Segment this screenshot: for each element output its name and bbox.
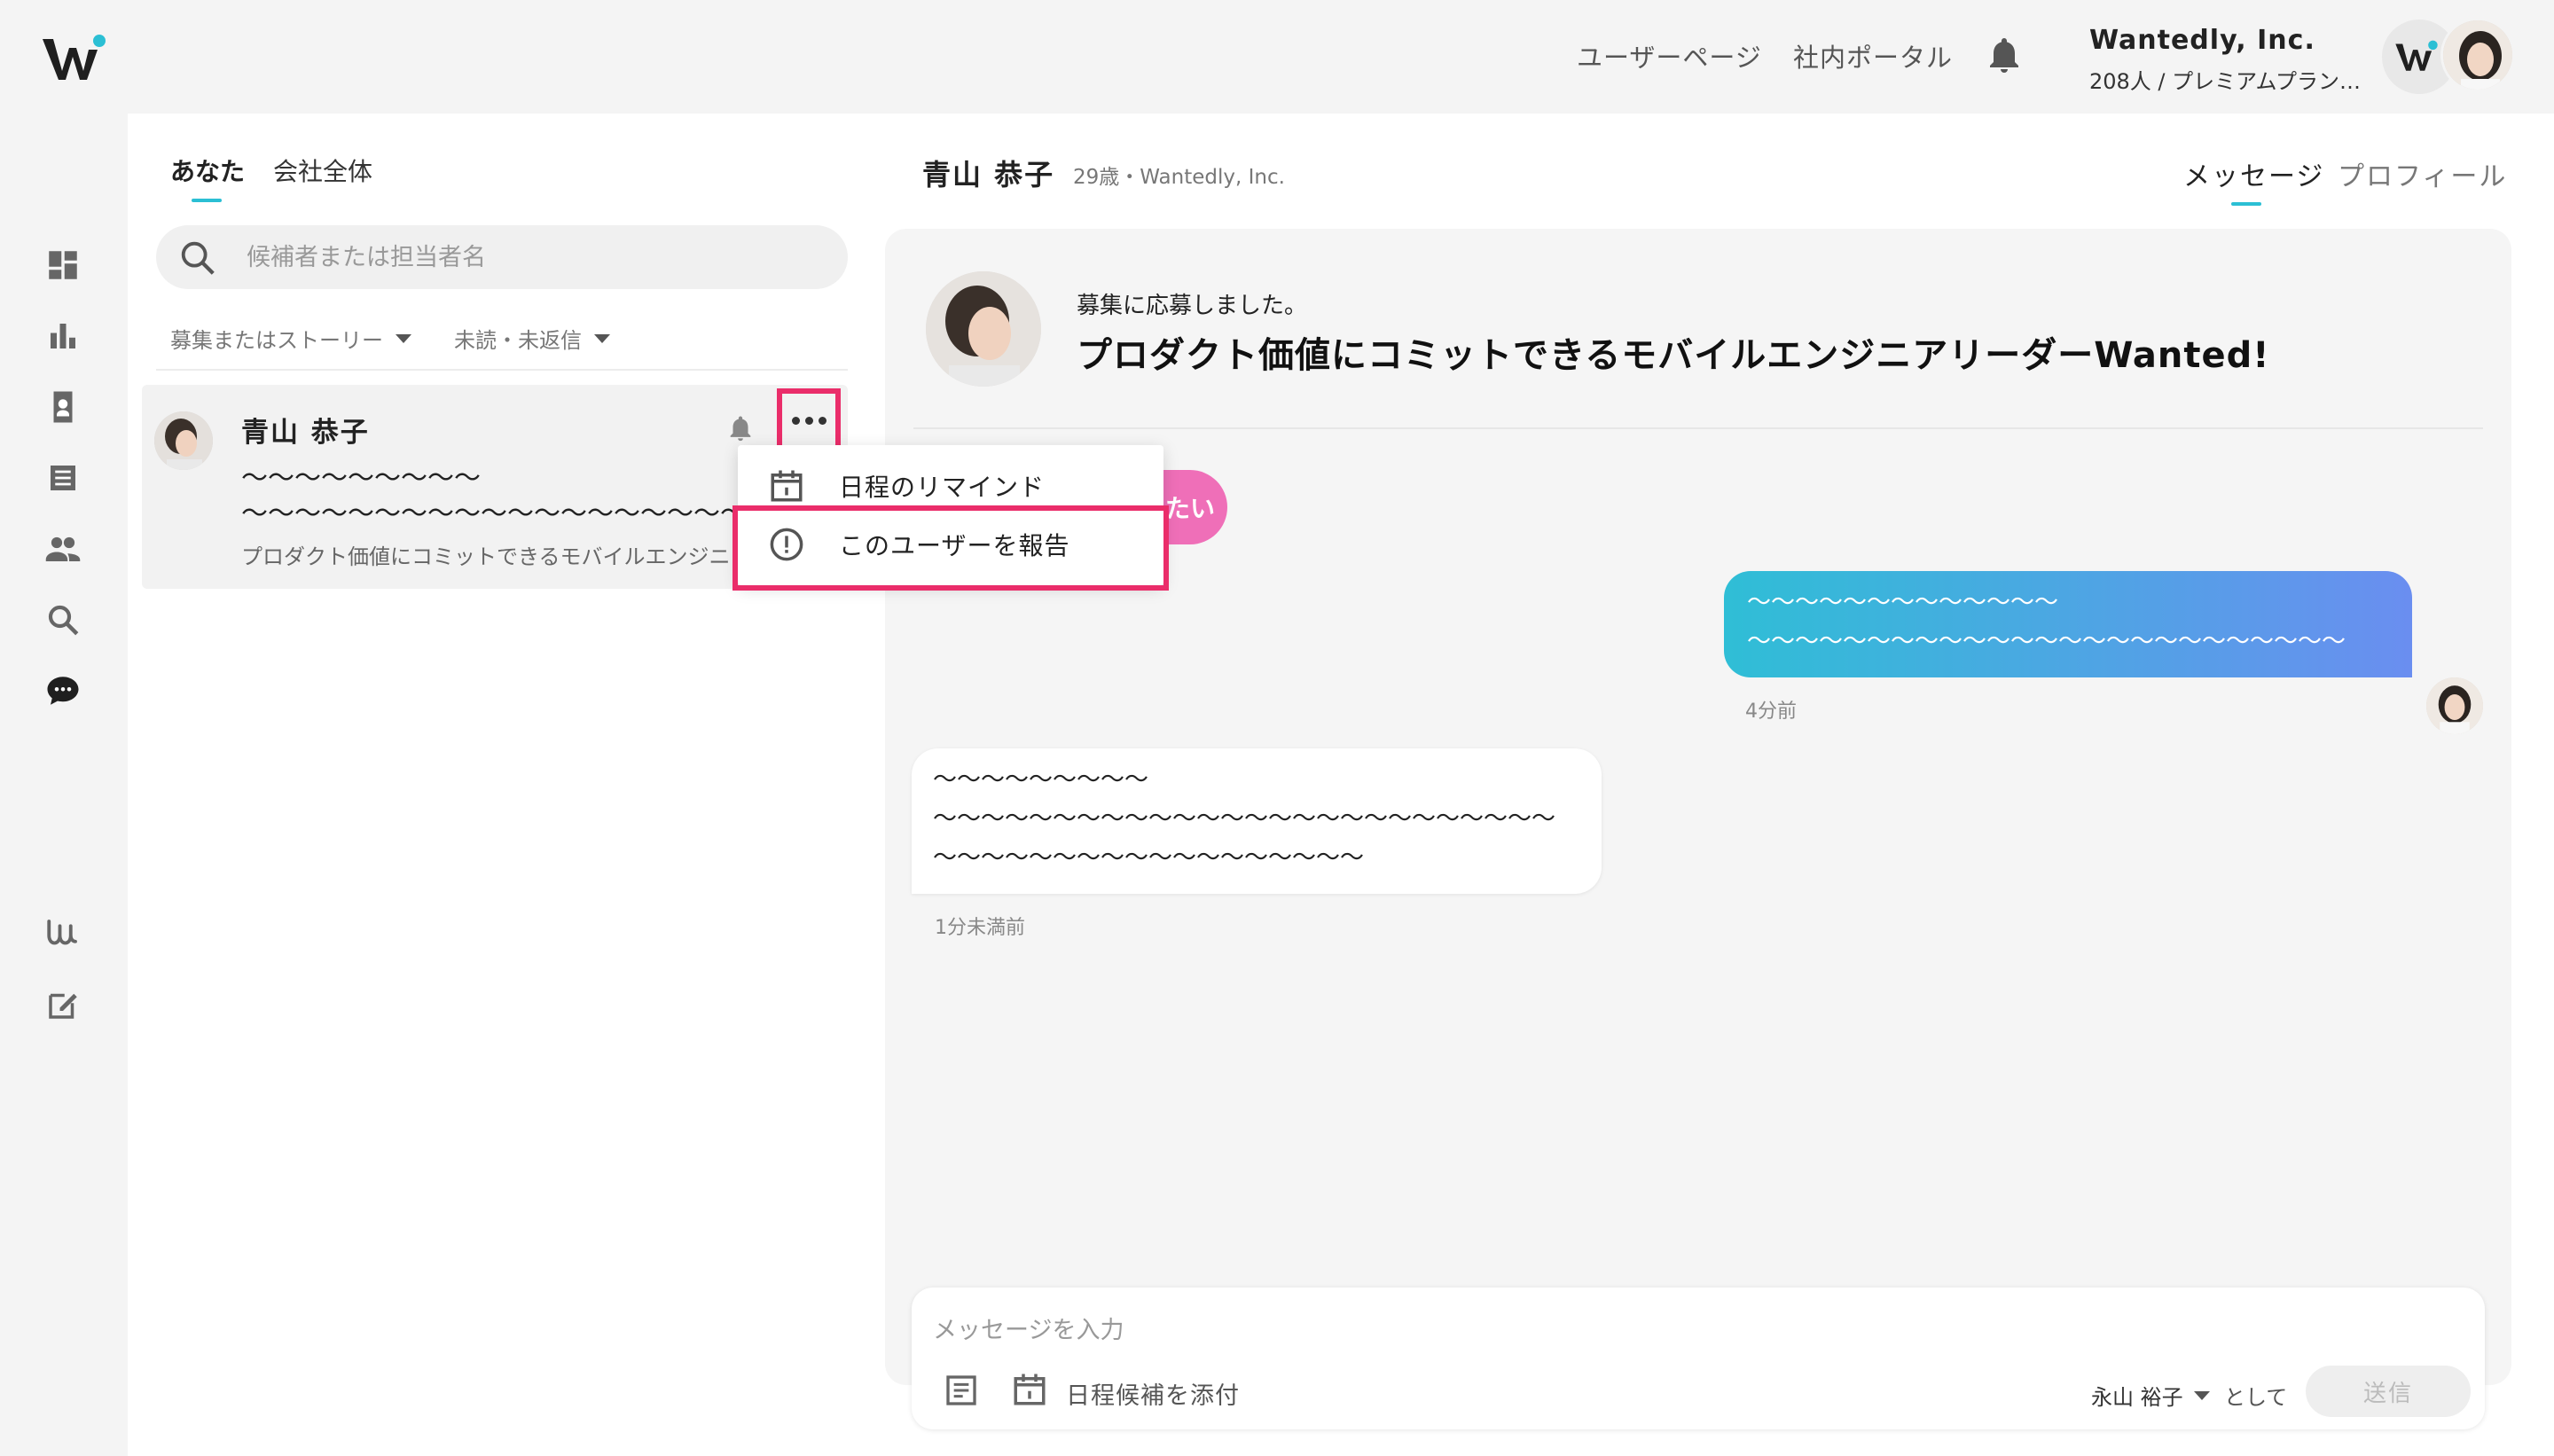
- list-divider: [156, 369, 848, 371]
- company-name[interactable]: Wantedly, Inc.: [2089, 25, 2315, 56]
- interest-chip-label: たい: [1165, 494, 1216, 523]
- thread-candidate-name: 青山 恭子: [922, 158, 1055, 192]
- wantedly-logo[interactable]: [41, 32, 108, 85]
- more-dots-icon: [791, 416, 800, 425]
- candidate-avatar: [154, 411, 213, 470]
- message-timestamp: 1分未満前: [935, 917, 1025, 939]
- user-photo-icon: [2443, 20, 2512, 90]
- chevron-down-icon: [2193, 1390, 2210, 1400]
- chevron-down-icon: [396, 333, 411, 343]
- sender-select[interactable]: 永山 裕子: [2091, 1380, 2210, 1411]
- story-filter[interactable]: 募集またはストーリー: [170, 323, 411, 354]
- calendar-icon[interactable]: [1011, 1371, 1048, 1408]
- sender-avatar: [2426, 677, 2483, 734]
- company-plan: 208人 / プレミアムプラン ...: [2089, 69, 2364, 94]
- more-dots-icon: [804, 416, 813, 425]
- dashboard-icon[interactable]: [44, 247, 82, 284]
- wantedly-w-icon[interactable]: [44, 915, 82, 952]
- job-candidate-avatar: [926, 271, 1041, 387]
- applied-notice: 募集に応募しました。: [1077, 293, 1308, 319]
- template-icon[interactable]: [944, 1373, 979, 1408]
- analytics-icon[interactable]: [44, 317, 82, 355]
- chat-divider: [913, 427, 2483, 429]
- list-icon[interactable]: [44, 459, 82, 497]
- message-line: 〜〜〜〜〜〜〜〜〜〜〜〜〜〜〜〜〜〜: [933, 844, 1364, 872]
- job-title[interactable]: プロダクト価値にコミットできるモバイルエンジニアリーダーWanted!: [1077, 326, 2270, 378]
- bell-icon[interactable]: [1983, 34, 2025, 76]
- more-dots-icon: [818, 416, 827, 425]
- job-title-preview: プロダクト価値にコミットできるモバイルエンジニア: [241, 544, 738, 569]
- menu-item-remind-label: 日程のリマインド: [839, 473, 1046, 502]
- sender-name: 永山 裕子: [2091, 1385, 2183, 1410]
- search-icon: [181, 241, 215, 275]
- message-preview-line: 〜〜〜〜〜〜〜〜〜: [241, 463, 481, 494]
- tab-company[interactable]: 会社全体: [273, 153, 372, 188]
- candidate-name: 青山 恭子: [241, 417, 370, 449]
- more-options-button[interactable]: [777, 388, 841, 452]
- chevron-down-icon: [594, 333, 610, 343]
- message-preview-line: 〜〜〜〜〜〜〜〜〜〜〜〜〜〜〜〜〜〜〜...: [241, 498, 738, 529]
- calendar-icon: [771, 470, 803, 502]
- message-line: 〜〜〜〜〜〜〜〜〜〜〜〜〜: [1747, 589, 2058, 616]
- tab-profile[interactable]: プロフィール: [2338, 154, 2507, 193]
- user-page-link[interactable]: ユーザーページ: [1577, 37, 1762, 74]
- story-filter-label: 募集またはストーリー: [170, 328, 383, 353]
- send-button[interactable]: 送信: [2306, 1366, 2471, 1417]
- top-header: ユーザーページ 社内ポータル Wantedly, Inc. 208人 / プレミ…: [0, 0, 2554, 114]
- chat-icon[interactable]: [44, 672, 82, 709]
- message-input[interactable]: [933, 1311, 1997, 1350]
- user-avatar[interactable]: [2440, 18, 2515, 92]
- search-input[interactable]: [247, 239, 814, 275]
- message-line: 〜〜〜〜〜〜〜〜〜〜〜〜〜〜〜〜〜〜〜〜〜〜〜〜〜: [1747, 628, 2346, 655]
- message-line: 〜〜〜〜〜〜〜〜〜〜〜〜〜〜〜〜〜〜〜〜〜〜〜〜〜〜: [933, 805, 1555, 833]
- candidate-photo-icon: [154, 411, 213, 470]
- as-label: として: [2224, 1385, 2288, 1410]
- company-logo-icon: [2395, 40, 2438, 71]
- incoming-message: 〜〜〜〜〜〜〜〜〜 〜〜〜〜〜〜〜〜〜〜〜〜〜〜〜〜〜〜〜〜〜〜〜〜〜〜 〜〜〜…: [912, 748, 1602, 894]
- tab-active-indicator: [2231, 202, 2261, 206]
- people-icon[interactable]: [44, 530, 82, 568]
- search-nav-icon[interactable]: [44, 601, 82, 638]
- tab-message[interactable]: メッセージ: [2183, 154, 2324, 193]
- thread-candidate-meta: 29歳・Wantedly, Inc.: [1073, 166, 1285, 189]
- portal-link[interactable]: 社内ポータル: [1793, 37, 1953, 74]
- message-line: 〜〜〜〜〜〜〜〜〜: [933, 766, 1148, 794]
- attach-schedule-button[interactable]: 日程候補を添付: [1066, 1376, 1240, 1411]
- report-highlight-frame: [733, 505, 1169, 591]
- outgoing-message: 〜〜〜〜〜〜〜〜〜〜〜〜〜 〜〜〜〜〜〜〜〜〜〜〜〜〜〜〜〜〜〜〜〜〜〜〜〜〜: [1724, 571, 2412, 677]
- message-timestamp: 4分前: [1745, 701, 1797, 723]
- profile-card-icon[interactable]: [44, 388, 82, 426]
- tab-you[interactable]: あなた: [170, 153, 245, 188]
- status-filter[interactable]: 未読・未返信: [454, 323, 610, 354]
- tab-active-indicator: [192, 199, 222, 202]
- status-filter-label: 未読・未返信: [454, 328, 582, 353]
- edit-icon[interactable]: [44, 986, 82, 1023]
- user-photo-icon: [2426, 677, 2483, 734]
- bell-icon[interactable]: [725, 413, 756, 443]
- candidate-photo-icon: [926, 271, 1041, 387]
